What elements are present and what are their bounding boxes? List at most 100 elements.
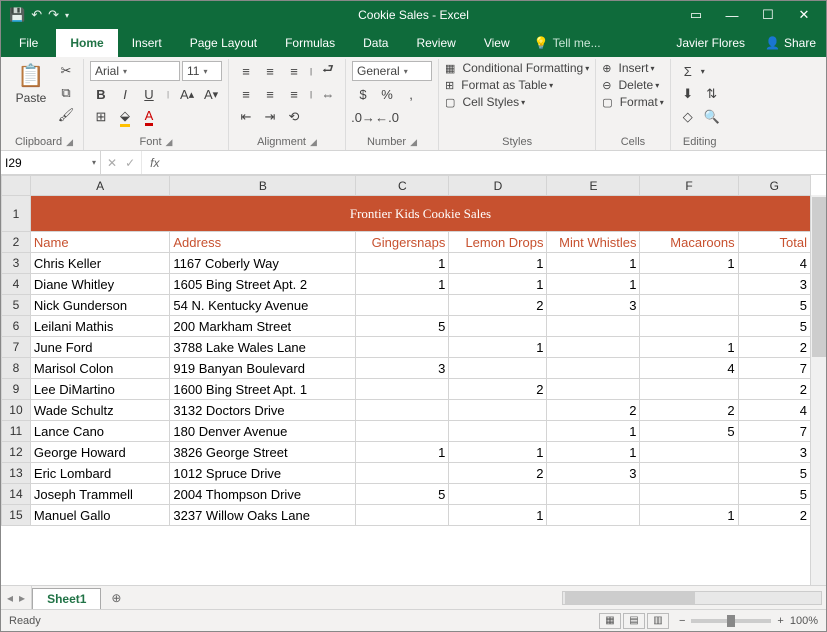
fx-icon[interactable]: fx	[142, 151, 167, 174]
maximize-icon[interactable]: ☐	[752, 1, 784, 29]
cell[interactable]: 7	[738, 421, 810, 442]
comma-format-button[interactable]: ,	[400, 84, 422, 104]
minimize-icon[interactable]: —	[716, 1, 748, 29]
cell[interactable]: Eric Lombard	[30, 463, 169, 484]
cell[interactable]: 3132 Doctors Drive	[170, 400, 356, 421]
cell[interactable]: 5	[738, 463, 810, 484]
name-box-input[interactable]	[5, 156, 75, 170]
cell[interactable]	[449, 484, 547, 505]
cell[interactable]	[547, 484, 640, 505]
cell[interactable]: 7	[738, 358, 810, 379]
header-cell[interactable]: Gingersnaps	[356, 232, 449, 253]
header-cell[interactable]: Total	[738, 232, 810, 253]
cell[interactable]: 5	[356, 316, 449, 337]
cell[interactable]	[356, 379, 449, 400]
sheet-tab-sheet1[interactable]: Sheet1	[32, 588, 101, 609]
cell[interactable]: 3237 Willow Oaks Lane	[170, 505, 356, 526]
delete-cells-button[interactable]: ⊖ Delete▾	[602, 78, 659, 92]
cell[interactable]: 1	[449, 442, 547, 463]
cell[interactable]	[449, 421, 547, 442]
row-header-13[interactable]: 13	[2, 463, 31, 484]
cell[interactable]	[547, 379, 640, 400]
sheet-nav-prev-icon[interactable]: ◂	[7, 591, 13, 605]
cell[interactable]: 1	[449, 505, 547, 526]
header-cell[interactable]: Address	[170, 232, 356, 253]
cell[interactable]: Manuel Gallo	[30, 505, 169, 526]
cell[interactable]: Chris Keller	[30, 253, 169, 274]
close-icon[interactable]: ✕	[788, 1, 820, 29]
cell[interactable]	[449, 358, 547, 379]
align-top-button[interactable]: ≡	[235, 61, 257, 81]
save-icon[interactable]: 💾	[9, 7, 25, 23]
insert-cells-button[interactable]: ⊕ Insert▾	[602, 61, 654, 75]
col-header-A[interactable]: A	[30, 176, 169, 196]
format-cells-button[interactable]: ▢ Format▾	[602, 95, 664, 109]
cell[interactable]: 5	[738, 295, 810, 316]
font-color-button[interactable]: A	[138, 107, 160, 127]
fill-button[interactable]: ⬇	[677, 84, 699, 104]
row-header-11[interactable]: 11	[2, 421, 31, 442]
decrease-indent-button[interactable]: ⇤	[235, 107, 257, 127]
sheet-nav-next-icon[interactable]: ▸	[19, 591, 25, 605]
fill-color-button[interactable]: ⬙	[114, 107, 136, 127]
cell[interactable]: 1012 Spruce Drive	[170, 463, 356, 484]
cell[interactable]	[640, 484, 738, 505]
cell[interactable]	[356, 505, 449, 526]
zoom-level[interactable]: 100%	[790, 615, 818, 627]
cell[interactable]: 2	[738, 505, 810, 526]
increase-indent-button[interactable]: ⇥	[259, 107, 281, 127]
row-header-3[interactable]: 3	[2, 253, 31, 274]
zoom-slider[interactable]	[691, 619, 771, 623]
row-header-10[interactable]: 10	[2, 400, 31, 421]
cell[interactable]: 1	[356, 253, 449, 274]
cell[interactable]: 1167 Coberly Way	[170, 253, 356, 274]
row-header-2[interactable]: 2	[2, 232, 31, 253]
namebox-dropdown-icon[interactable]: ▾	[92, 158, 96, 167]
cell[interactable]: Nick Gunderson	[30, 295, 169, 316]
zoom-in-button[interactable]: +	[777, 615, 783, 627]
format-painter-button[interactable]: 🖌	[55, 105, 77, 125]
orientation-button[interactable]: ⟲	[283, 107, 305, 127]
formula-input[interactable]	[167, 151, 826, 174]
cell[interactable]: 5	[738, 316, 810, 337]
cell[interactable]: 1	[640, 253, 738, 274]
cell[interactable]: 1	[547, 442, 640, 463]
conditional-formatting-button[interactable]: ▦ Conditional Formatting▾	[445, 61, 589, 75]
title-cell[interactable]: Frontier Kids Cookie Sales	[30, 196, 810, 232]
cell[interactable]: Joseph Trammell	[30, 484, 169, 505]
decrease-decimal-button[interactable]: ←.0	[376, 107, 398, 127]
cell[interactable]: 1	[449, 337, 547, 358]
vscroll-thumb[interactable]	[812, 197, 826, 357]
page-layout-view-button[interactable]: ▤	[623, 613, 645, 629]
header-cell[interactable]: Name	[30, 232, 169, 253]
tell-me[interactable]: 💡 Tell me...	[524, 29, 611, 57]
align-right-button[interactable]: ≡	[283, 84, 305, 104]
cell[interactable]: 1	[356, 274, 449, 295]
alignment-launcher-icon[interactable]: ◢	[310, 137, 317, 148]
cell[interactable]: 1	[356, 442, 449, 463]
italic-button[interactable]: I	[114, 84, 136, 104]
cell[interactable]: 1600 Bing Street Apt. 1	[170, 379, 356, 400]
cell[interactable]	[356, 337, 449, 358]
cell[interactable]: 2	[449, 295, 547, 316]
find-select-button[interactable]: 🔍	[701, 107, 723, 127]
cell[interactable]: 3	[547, 295, 640, 316]
wrap-text-button[interactable]: ⮐	[317, 61, 339, 81]
cell[interactable]: 3	[738, 274, 810, 295]
col-header-E[interactable]: E	[547, 176, 640, 196]
cell[interactable]: 1	[547, 274, 640, 295]
format-as-table-button[interactable]: ⊞ Format as Table▾	[445, 78, 553, 92]
tab-data[interactable]: Data	[349, 29, 402, 57]
cell[interactable]: George Howard	[30, 442, 169, 463]
enter-formula-icon[interactable]: ✓	[125, 156, 135, 170]
clipboard-launcher-icon[interactable]: ◢	[66, 137, 73, 148]
cell[interactable]	[640, 379, 738, 400]
merge-center-button[interactable]: ⇔	[317, 84, 339, 104]
cell[interactable]	[640, 295, 738, 316]
borders-button[interactable]: ⊞	[90, 107, 112, 127]
accounting-format-button[interactable]: $	[352, 84, 374, 104]
cell[interactable]: Marisol Colon	[30, 358, 169, 379]
cell[interactable]: 2	[449, 379, 547, 400]
clear-button[interactable]: ◇	[677, 107, 699, 127]
paste-button[interactable]: 📋 Paste	[11, 61, 51, 107]
